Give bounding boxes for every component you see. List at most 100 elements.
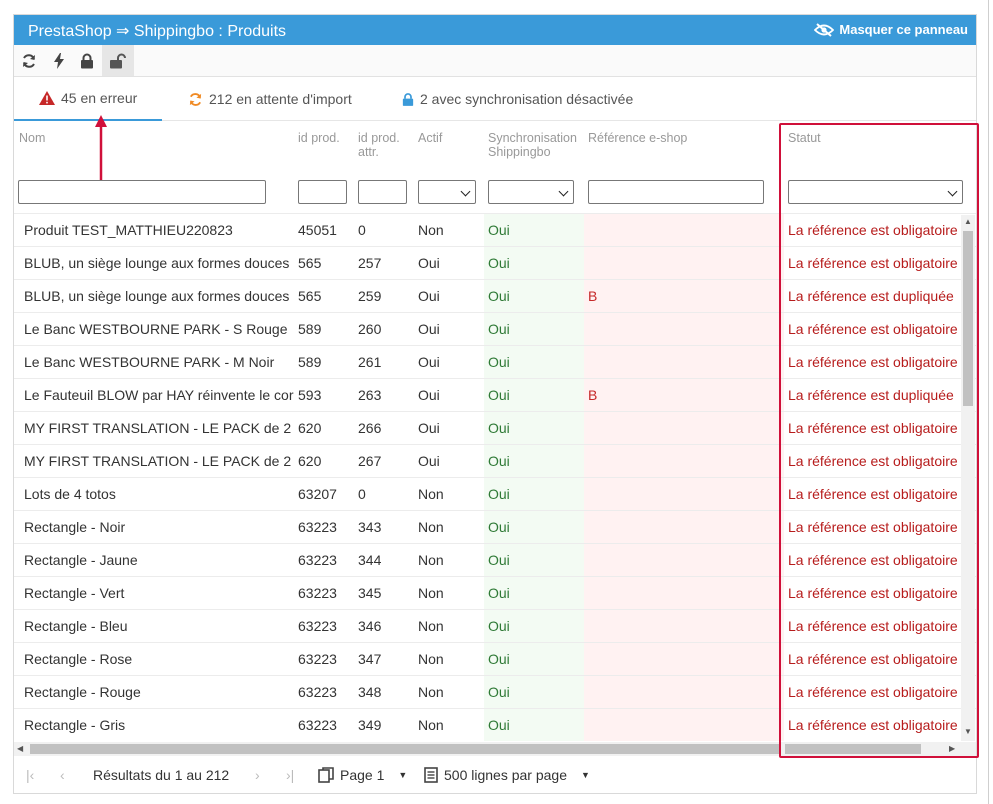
cell-attr: 260 bbox=[358, 321, 382, 337]
next-page-icon[interactable]: › bbox=[255, 767, 260, 783]
cell-active: Non bbox=[418, 519, 444, 535]
scroll-down-icon[interactable]: ▼ bbox=[964, 727, 972, 736]
lock-icon bbox=[402, 92, 414, 106]
cell-status: La référence est obligatoire bbox=[788, 486, 958, 502]
tab-pending-import[interactable]: 212 en attente d'import bbox=[188, 77, 352, 121]
table-row[interactable]: MY FIRST TRANSLATION - LE PACK de 2 620 26… bbox=[14, 445, 976, 478]
cell-status: La référence est obligatoire bbox=[788, 552, 958, 568]
tab-sync-disabled-label: 2 avec synchronisation désactivée bbox=[420, 91, 634, 107]
cell-sync: Oui bbox=[488, 486, 510, 502]
cell-active: Non bbox=[418, 585, 444, 601]
cell-attr: 344 bbox=[358, 552, 382, 568]
scroll-right-icon[interactable]: ▶ bbox=[949, 744, 955, 753]
last-page-icon[interactable]: ›| bbox=[286, 767, 294, 783]
cell-status: La référence est obligatoire bbox=[788, 684, 958, 700]
horizontal-scrollbar[interactable]: ◀ ▶ bbox=[14, 742, 976, 756]
horizontal-scroll-thumb[interactable] bbox=[30, 744, 779, 754]
cell-name: BLUB, un siège lounge aux formes douces bbox=[24, 255, 290, 271]
page-size-select[interactable]: 500 lignes par page ▼ bbox=[424, 767, 590, 783]
cell-active: Non bbox=[418, 684, 444, 700]
cell-attr: 347 bbox=[358, 651, 382, 667]
hide-panel-label: Masquer ce panneau bbox=[839, 22, 968, 37]
cell-attr: 267 bbox=[358, 453, 382, 469]
tab-errors[interactable]: 45 en erreur bbox=[14, 77, 162, 121]
table-row[interactable]: BLUB, un siège lounge aux formes douces 5… bbox=[14, 280, 976, 313]
table-row[interactable]: Le Banc WESTBOURNE PARK - M Noir 589 261 Ou… bbox=[14, 346, 976, 379]
filter-ref-input[interactable] bbox=[588, 180, 764, 204]
cell-id: 620 bbox=[298, 453, 322, 469]
cell-status: La référence est obligatoire bbox=[788, 651, 958, 667]
filter-sync-select[interactable] bbox=[488, 180, 574, 204]
cell-ref bbox=[588, 643, 778, 675]
lock-button[interactable] bbox=[72, 45, 102, 76]
cell-ref: B bbox=[588, 288, 598, 304]
filter-active-select[interactable] bbox=[418, 180, 476, 204]
cell-attr: 261 bbox=[358, 354, 382, 370]
cell-attr: 0 bbox=[358, 486, 366, 502]
header-sync[interactable]: Synchronisation Shippingbo bbox=[488, 131, 577, 159]
table-row[interactable]: BLUB, un siège lounge aux formes douces 5… bbox=[14, 247, 976, 280]
table-row[interactable]: Rectangle - Bleu 63223 346 Non Oui La référen… bbox=[14, 610, 976, 643]
filter-id-attr-input[interactable] bbox=[358, 180, 407, 204]
cell-name: Rectangle - Rouge bbox=[24, 684, 141, 700]
table-row[interactable]: MY FIRST TRANSLATION - LE PACK de 2 620 26… bbox=[14, 412, 976, 445]
cell-name: Produit TEST_MATTHIEU220823 bbox=[24, 222, 233, 238]
cell-ref: B bbox=[588, 387, 598, 403]
filter-name-input[interactable] bbox=[18, 180, 266, 204]
header-id-prod[interactable]: id prod. bbox=[298, 131, 340, 145]
vertical-scrollbar[interactable]: ▲ ▼ bbox=[961, 215, 975, 741]
header-sync-line1: Synchronisation bbox=[488, 131, 577, 145]
cell-sync: Oui bbox=[488, 255, 510, 271]
eye-slash-icon bbox=[814, 22, 835, 37]
first-page-icon[interactable]: |‹ bbox=[26, 767, 34, 783]
cell-sync: Oui bbox=[488, 387, 510, 403]
table-row[interactable]: Rectangle - Rouge 63223 348 Non Oui La référe… bbox=[14, 676, 976, 709]
cell-attr: 259 bbox=[358, 288, 382, 304]
products-table: Produit TEST_MATTHIEU220823 45051 0 Non Oui L… bbox=[14, 213, 976, 741]
scroll-left-icon[interactable]: ◀ bbox=[17, 744, 23, 753]
cell-attr: 349 bbox=[358, 717, 382, 733]
table-row[interactable]: Le Banc WESTBOURNE PARK - S Rouge 589 260 O… bbox=[14, 313, 976, 346]
cell-attr: 257 bbox=[358, 255, 382, 271]
table-row[interactable]: Le Fauteuil BLOW par HAY réinvente le co… bbox=[14, 379, 976, 412]
cell-status: La référence est obligatoire bbox=[788, 420, 958, 436]
cell-status: La référence est dupliquée bbox=[788, 387, 954, 403]
header-active[interactable]: Actif bbox=[418, 131, 442, 145]
refresh-button[interactable] bbox=[14, 45, 44, 76]
table-row[interactable]: Produit TEST_MATTHIEU220823 45051 0 Non Oui L… bbox=[14, 214, 976, 247]
hide-panel-button[interactable]: Masquer ce panneau bbox=[814, 22, 968, 37]
header-status[interactable]: Statut bbox=[788, 131, 821, 145]
scroll-up-icon[interactable]: ▲ bbox=[964, 217, 972, 226]
table-row[interactable]: Lots de 4 totos 63207 0 Non Oui La référence … bbox=[14, 478, 976, 511]
cell-active: Oui bbox=[418, 288, 440, 304]
horizontal-scroll-thumb-pinned[interactable] bbox=[785, 744, 921, 754]
unlock-button[interactable] bbox=[102, 45, 134, 76]
table-row[interactable]: Rectangle - Rose 63223 347 Non Oui La référen… bbox=[14, 643, 976, 676]
tab-sync-disabled[interactable]: 2 avec synchronisation désactivée bbox=[402, 77, 633, 121]
page-select[interactable]: Page 1 ▼ bbox=[318, 767, 407, 783]
sync-now-button[interactable] bbox=[44, 45, 74, 76]
table-row[interactable]: Rectangle - Jaune 63223 344 Non Oui La référe… bbox=[14, 544, 976, 577]
header-ref[interactable]: Référence e-shop bbox=[588, 131, 687, 145]
cell-attr: 348 bbox=[358, 684, 382, 700]
cell-name: Rectangle - Jaune bbox=[24, 552, 138, 568]
cell-ref bbox=[588, 610, 778, 642]
filter-status-select[interactable] bbox=[788, 180, 963, 204]
table-row[interactable]: Rectangle - Noir 63223 343 Non Oui La référen… bbox=[14, 511, 976, 544]
cell-active: Non bbox=[418, 552, 444, 568]
prev-page-icon[interactable]: ‹ bbox=[60, 767, 65, 783]
header-id-attr[interactable]: id prod. attr. bbox=[358, 131, 400, 159]
vertical-scroll-thumb[interactable] bbox=[963, 231, 973, 406]
cell-id: 593 bbox=[298, 387, 322, 403]
cell-id: 63223 bbox=[298, 552, 337, 568]
header-name[interactable]: Nom bbox=[19, 131, 45, 145]
filter-id-prod-input[interactable] bbox=[298, 180, 347, 204]
table-row[interactable]: Rectangle - Vert 63223 345 Non Oui La référen… bbox=[14, 577, 976, 610]
sync-icon bbox=[189, 92, 202, 106]
cell-id: 589 bbox=[298, 354, 322, 370]
cell-sync: Oui bbox=[488, 651, 510, 667]
cell-name: MY FIRST TRANSLATION - LE PACK de 2 bbox=[24, 453, 292, 469]
cell-name: Rectangle - Bleu bbox=[24, 618, 128, 634]
chevron-down-icon: ▼ bbox=[581, 770, 590, 780]
table-row[interactable]: Rectangle - Gris 63223 349 Non Oui La référen… bbox=[14, 709, 976, 741]
